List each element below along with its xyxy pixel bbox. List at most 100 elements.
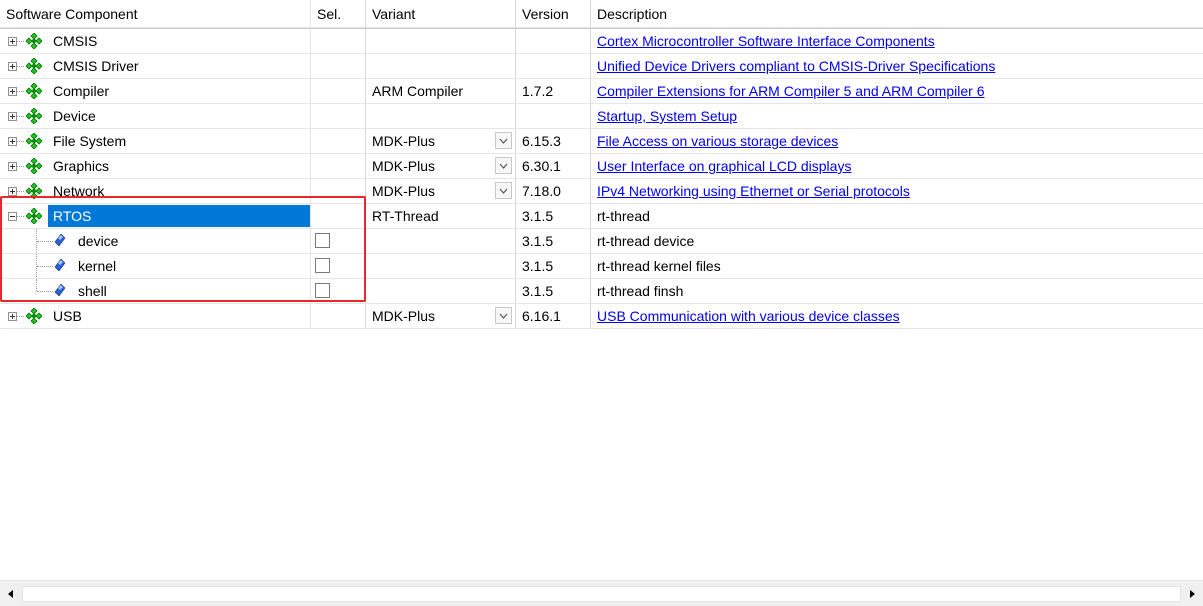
expand-toggle-icon[interactable] <box>8 162 17 171</box>
description-text: rt-thread kernel files <box>597 258 721 274</box>
header-software-component[interactable]: Software Component <box>0 0 311 28</box>
variant-dropdown-button[interactable] <box>495 307 512 324</box>
variant-cell[interactable]: MDK-Plus <box>366 154 516 179</box>
expand-toggle-icon[interactable] <box>8 112 17 121</box>
header-version[interactable]: Version <box>516 0 591 28</box>
description-cell[interactable]: Startup, System Setup <box>591 104 1203 129</box>
description-cell[interactable]: Cortex Microcontroller Software Interfac… <box>591 29 1203 54</box>
description-link[interactable]: USB Communication with various device cl… <box>597 308 900 324</box>
tree-connector <box>17 41 24 42</box>
variant-cell <box>366 54 516 79</box>
component-diamond-icon <box>26 158 42 174</box>
description-link[interactable]: File Access on various storage devices <box>597 133 838 149</box>
variant-dropdown-button[interactable] <box>495 157 512 174</box>
description-link[interactable]: Compiler Extensions for ARM Compiler 5 a… <box>597 83 984 99</box>
description-cell[interactable]: File Access on various storage devices <box>591 129 1203 154</box>
description-cell[interactable]: IPv4 Networking using Ethernet or Serial… <box>591 179 1203 204</box>
header-variant[interactable]: Variant <box>366 0 516 28</box>
component-cell[interactable]: Compiler <box>0 79 311 104</box>
version-cell <box>516 54 591 79</box>
scrollbar-track[interactable] <box>22 586 1181 602</box>
tree-row[interactable]: CMSIS Driver Unified Device Drivers compl… <box>0 54 1203 79</box>
expand-toggle-icon[interactable] <box>8 37 17 46</box>
expand-toggle-icon[interactable] <box>8 312 17 321</box>
sel-cell <box>311 79 366 104</box>
variant-value: MDK-Plus <box>372 133 436 149</box>
variant-cell[interactable]: MDK-Plus <box>366 129 516 154</box>
component-cell[interactable]: CMSIS <box>0 29 311 54</box>
tree-row[interactable]: USB MDK-Plus 6.16.1 USB Communication with … <box>0 304 1203 329</box>
component-diamond-icon <box>26 83 42 99</box>
sel-cell <box>311 54 366 79</box>
scroll-left-icon[interactable] <box>4 587 18 601</box>
version-value: 6.16.1 <box>522 308 561 324</box>
component-diamond-icon <box>26 108 42 124</box>
tree-connector <box>17 191 24 192</box>
description-text: rt-thread finsh <box>597 283 684 299</box>
component-diamond-icon <box>26 308 42 324</box>
description-link[interactable]: IPv4 Networking using Ethernet or Serial… <box>597 183 910 199</box>
component-name: Graphics <box>53 158 110 174</box>
description-cell[interactable]: User Interface on graphical LCD displays <box>591 154 1203 179</box>
tree-connector <box>17 116 24 117</box>
component-cell[interactable]: USB <box>0 304 311 329</box>
version-value: 3.1.5 <box>522 283 554 299</box>
version-cell: 3.1.5 <box>516 229 591 254</box>
variant-cell[interactable]: MDK-Plus <box>366 179 516 204</box>
tree-connector <box>17 316 24 317</box>
description-text: rt-thread device <box>597 233 695 249</box>
grid-header: Software Component Sel. Variant Version … <box>0 0 1203 29</box>
description-link[interactable]: Unified Device Drivers compliant to CMSI… <box>597 58 995 74</box>
expand-toggle-icon[interactable] <box>8 62 17 71</box>
description-link[interactable]: Cortex Microcontroller Software Interfac… <box>597 33 935 49</box>
component-name: USB <box>53 308 82 324</box>
tree-row[interactable]: CMSIS Cortex Microcontroller Software Int… <box>0 29 1203 54</box>
toggle-bar-v <box>12 64 13 69</box>
description-link[interactable]: Startup, System Setup <box>597 108 737 124</box>
component-cell[interactable]: Device <box>0 104 311 129</box>
description-cell[interactable]: Unified Device Drivers compliant to CMSI… <box>591 54 1203 79</box>
horizontal-scrollbar[interactable] <box>0 580 1203 606</box>
version-cell <box>516 29 591 54</box>
tree-connector <box>17 91 24 92</box>
header-sel[interactable]: Sel. <box>311 0 366 28</box>
component-cell[interactable]: Graphics <box>0 154 311 179</box>
tree-row[interactable]: Compiler ARM Compiler 1.7.2 Compiler Extens… <box>0 79 1203 104</box>
variant-cell: ARM Compiler <box>366 79 516 104</box>
toggle-bar-v <box>12 139 13 144</box>
scroll-right-icon[interactable] <box>1185 587 1199 601</box>
variant-value: MDK-Plus <box>372 183 436 199</box>
variant-dropdown-button[interactable] <box>495 132 512 149</box>
variant-cell[interactable]: MDK-Plus <box>366 304 516 329</box>
variant-value: ARM Compiler <box>372 83 464 99</box>
version-value: 3.1.5 <box>522 233 554 249</box>
description-text: rt-thread <box>597 208 650 224</box>
description-link[interactable]: User Interface on graphical LCD displays <box>597 158 851 174</box>
description-cell[interactable]: Compiler Extensions for ARM Compiler 5 a… <box>591 79 1203 104</box>
component-diamond-icon <box>26 58 42 74</box>
version-value: 7.18.0 <box>522 183 561 199</box>
component-cell[interactable]: CMSIS Driver <box>0 54 311 79</box>
description-cell: rt-thread kernel files <box>591 254 1203 279</box>
version-value: 1.7.2 <box>522 83 554 99</box>
description-cell[interactable]: USB Communication with various device cl… <box>591 304 1203 329</box>
header-description[interactable]: Description <box>591 0 1203 28</box>
version-value: 6.30.1 <box>522 158 561 174</box>
expand-toggle-icon[interactable] <box>8 87 17 96</box>
tree-row[interactable]: Device Startup, System Setup <box>0 104 1203 129</box>
tree-row[interactable]: Graphics MDK-Plus 6.30.1 User Interface on … <box>0 154 1203 179</box>
expand-toggle-icon[interactable] <box>8 137 17 146</box>
version-cell: 6.30.1 <box>516 154 591 179</box>
variant-value: RT-Thread <box>372 208 439 224</box>
tree-row[interactable]: File System MDK-Plus 6.15.3 File Access on … <box>0 129 1203 154</box>
component-name: File System <box>53 133 127 149</box>
variant-cell <box>366 229 516 254</box>
sel-cell <box>311 104 366 129</box>
version-cell: 3.1.5 <box>516 254 591 279</box>
description-cell: rt-thread <box>591 204 1203 229</box>
variant-dropdown-button[interactable] <box>495 182 512 199</box>
chevron-down-icon <box>499 138 508 144</box>
expand-toggle-icon[interactable] <box>8 187 17 196</box>
component-cell[interactable]: File System <box>0 129 311 154</box>
tree-connector <box>17 141 24 142</box>
